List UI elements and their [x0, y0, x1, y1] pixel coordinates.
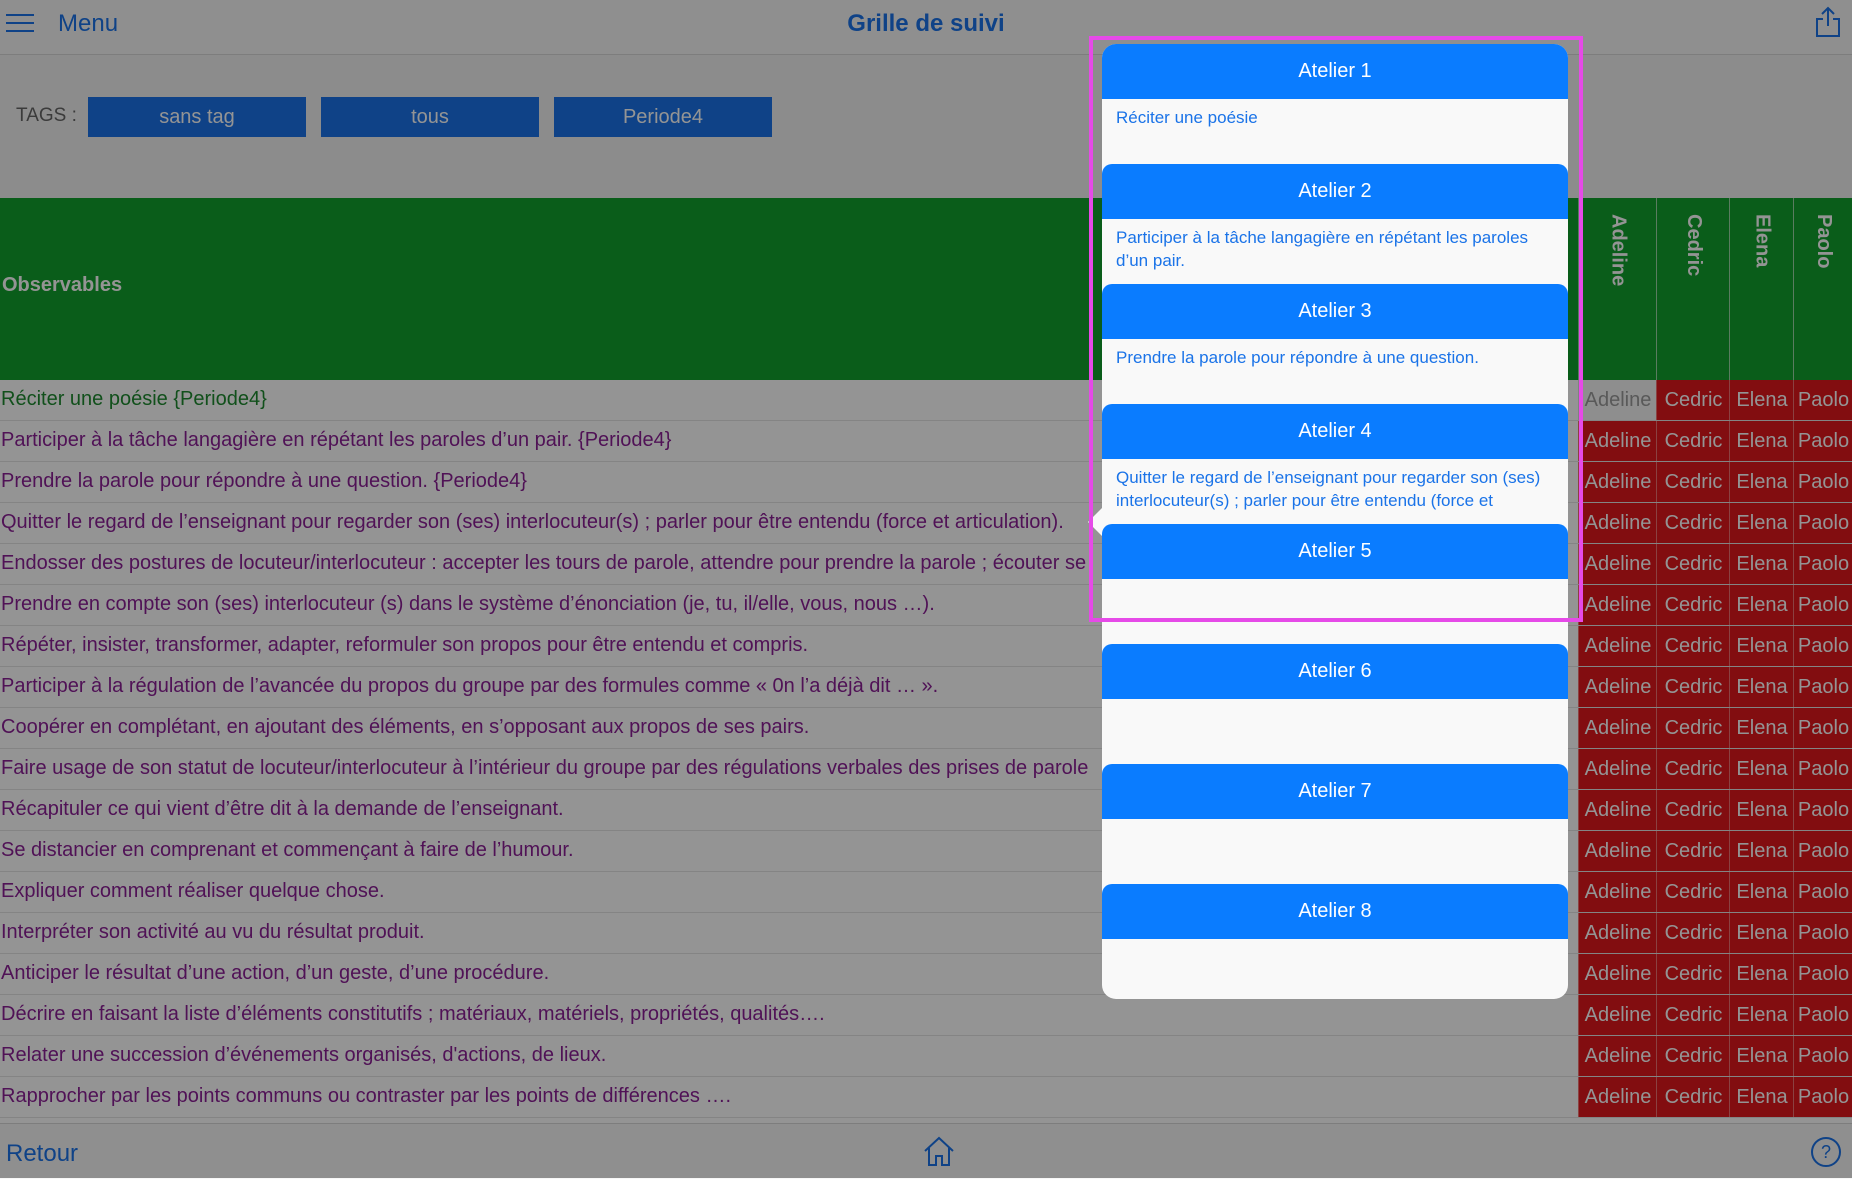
atelier-button[interactable]: Atelier 6: [1102, 644, 1568, 699]
atelier-description: Prendre la parole pour répondre à une qu…: [1116, 348, 1479, 367]
atelier-description: [1116, 826, 1556, 876]
atelier-button[interactable]: Atelier 8: [1102, 884, 1568, 939]
atelier-description: [1116, 706, 1556, 756]
atelier-item: Atelier 8: [1102, 884, 1568, 999]
atelier-item: Atelier 6: [1102, 644, 1568, 764]
atelier-item: Atelier 4 Quitter le regard de l’enseigna…: [1102, 404, 1568, 524]
atelier-button[interactable]: Atelier 5: [1102, 524, 1568, 579]
atelier-button[interactable]: Atelier 1: [1102, 44, 1568, 99]
atelier-button[interactable]: Atelier 4: [1102, 404, 1568, 459]
atelier-description: Quitter le regard de l’enseignant pour r…: [1116, 468, 1541, 516]
atelier-item: Atelier 2 Participer à la tâche langagièr…: [1102, 164, 1568, 284]
popover-arrow: [1088, 508, 1102, 536]
atelier-item: Atelier 5: [1102, 524, 1568, 644]
atelier-description: [1116, 946, 1556, 996]
atelier-button[interactable]: Atelier 7: [1102, 764, 1568, 819]
atelier-description: Participer à la tâche langagière en répé…: [1116, 228, 1529, 270]
atelier-button[interactable]: Atelier 2: [1102, 164, 1568, 219]
atelier-item: Atelier 7: [1102, 764, 1568, 884]
atelier-button[interactable]: Atelier 3: [1102, 284, 1568, 339]
atelier-item: Atelier 1 Réciter une poésie: [1102, 44, 1568, 164]
modal-dim-overlay[interactable]: [0, 0, 1852, 1178]
atelier-item: Atelier 3 Prendre la parole pour répondre…: [1102, 284, 1568, 404]
atelier-description: [1116, 586, 1556, 636]
atelier-popover: Atelier 1 Réciter une poésie Atelier 2 Part…: [1102, 44, 1568, 999]
atelier-description: Réciter une poésie: [1116, 108, 1258, 127]
